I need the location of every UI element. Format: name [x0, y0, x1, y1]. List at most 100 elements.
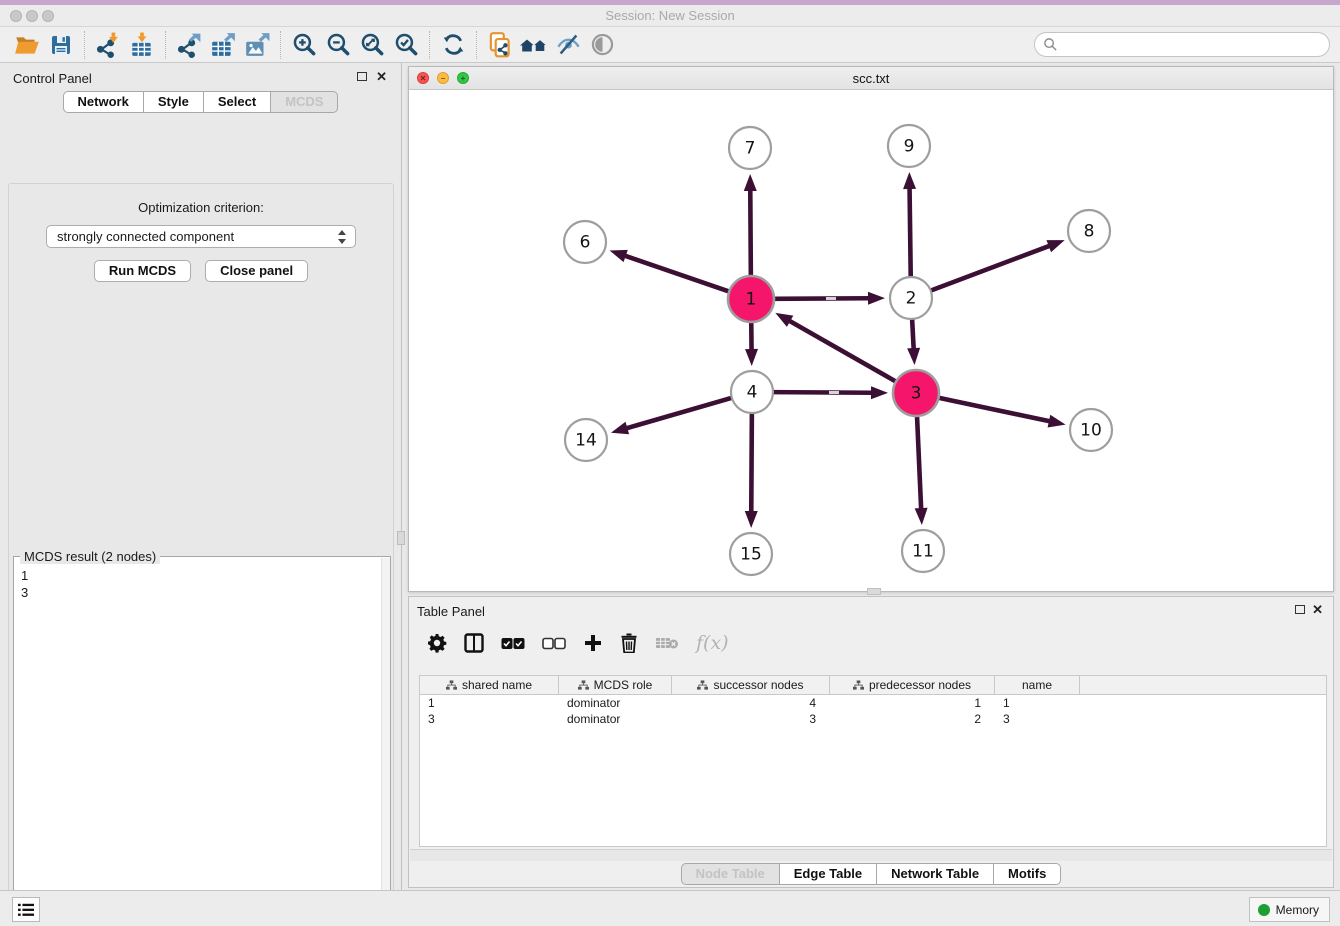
tab-style[interactable]: Style [144, 91, 204, 113]
delete-column-button[interactable] [620, 633, 638, 653]
zoom-in-button[interactable] [287, 30, 321, 60]
network-canvas-area[interactable]: 1234678910111415 [409, 90, 1333, 591]
column-header-shared-name[interactable]: shared name [420, 676, 559, 694]
deselect-all-button[interactable] [542, 637, 566, 650]
edge-arrowhead [610, 250, 628, 262]
graph-node-label: 6 [580, 233, 591, 253]
graph-edge-2-9[interactable] [910, 187, 911, 277]
function-builder-button[interactable]: f(x) [696, 632, 729, 654]
graph-edge-4-15[interactable] [751, 413, 752, 513]
new-network-from-selection-button[interactable] [483, 30, 517, 60]
float-table-panel-icon[interactable] [1295, 605, 1305, 614]
tab-network[interactable]: Network [63, 91, 144, 113]
toolbar-separator [165, 31, 166, 59]
mcds-result-text[interactable]: 1 3 [14, 561, 380, 926]
panel-splitter-grip[interactable] [397, 531, 405, 545]
tab-select[interactable]: Select [204, 91, 271, 113]
titlebar-accent-stripe [0, 0, 1340, 5]
hide-selected-button[interactable] [551, 30, 585, 60]
import-table-button[interactable] [125, 30, 159, 60]
mcds-panel: Optimization criterion: strongly connect… [8, 183, 394, 926]
graph-edge-1-2[interactable] [774, 298, 870, 299]
tab-node-table[interactable]: Node Table [681, 863, 780, 885]
column-header-successor-nodes[interactable]: successor nodes [672, 676, 830, 694]
network-window-titlebar[interactable]: ✕ − + scc.txt [409, 67, 1333, 90]
show-all-button[interactable] [585, 30, 619, 60]
search-field[interactable] [1034, 32, 1330, 57]
cell-shared-name: 3 [420, 711, 559, 727]
graph-edge-3-1[interactable] [788, 320, 896, 381]
graph-edge-2-8[interactable] [931, 245, 1051, 290]
zoom-fit-button[interactable] [355, 30, 389, 60]
task-history-button[interactable] [12, 897, 40, 922]
dropdown-stepper-icon [338, 229, 347, 245]
column-header-mcds-role[interactable]: MCDS role [559, 676, 672, 694]
graph-edge-4-3[interactable] [773, 392, 873, 393]
edge-label-mark [826, 297, 836, 300]
graph-edge-2-3[interactable] [912, 319, 914, 350]
two-panel-button[interactable] [464, 633, 484, 653]
save-session-button[interactable] [44, 30, 78, 60]
close-table-panel-icon[interactable]: ✕ [1312, 602, 1323, 618]
close-panel-button[interactable]: Close panel [205, 260, 308, 282]
zoom-selected-button[interactable] [389, 30, 423, 60]
graph-edge-3-10[interactable] [939, 398, 1051, 422]
homes-icon [519, 32, 549, 58]
network-document-icon [486, 31, 514, 59]
graph-node-label: 10 [1080, 421, 1102, 441]
zoom-in-icon [291, 31, 318, 58]
graph-edge-1-6[interactable] [624, 255, 729, 291]
unchecked-boxes-icon [542, 637, 566, 650]
table-scrollbar-strip[interactable] [410, 849, 1332, 861]
tab-network-table[interactable]: Network Table [877, 863, 994, 885]
column-header-predecessor-nodes[interactable]: predecessor nodes [830, 676, 995, 694]
edge-arrowhead [744, 174, 757, 191]
toolbar-separator [84, 31, 85, 59]
export-image-icon [244, 32, 270, 58]
search-input[interactable] [1058, 35, 1329, 55]
tab-mcds[interactable]: MCDS [271, 91, 338, 113]
close-panel-icon[interactable]: ✕ [376, 69, 387, 85]
zoom-out-button[interactable] [321, 30, 355, 60]
float-panel-icon[interactable] [357, 72, 367, 81]
graph-edge-4-14[interactable] [625, 398, 731, 429]
contrast-eye-icon [589, 31, 616, 58]
plus-icon [583, 633, 603, 653]
column-header-name[interactable]: name [995, 676, 1080, 694]
horizontal-splitter-grip[interactable] [867, 588, 881, 595]
tab-motifs[interactable]: Motifs [994, 863, 1061, 885]
table-row[interactable]: 1 dominator 4 1 1 [420, 695, 1326, 711]
import-network-button[interactable] [91, 30, 125, 60]
memory-button[interactable]: Memory [1249, 897, 1330, 922]
select-all-button[interactable] [501, 637, 525, 650]
first-neighbors-button[interactable] [517, 30, 551, 60]
graph-node-label: 1 [746, 290, 757, 310]
graph-edge-3-11[interactable] [917, 416, 921, 510]
gear-icon [427, 633, 447, 653]
main-toolbar [0, 27, 1340, 63]
network-canvas[interactable]: 1234678910111415 [409, 90, 1333, 591]
criterion-value: strongly connected component [57, 229, 234, 244]
export-network-button[interactable] [172, 30, 206, 60]
tab-edge-table[interactable]: Edge Table [780, 863, 877, 885]
criterion-dropdown[interactable]: strongly connected component [46, 225, 356, 248]
run-mcds-button[interactable]: Run MCDS [94, 260, 191, 282]
graph-edge-1-7[interactable] [750, 189, 751, 276]
delete-table-button[interactable] [655, 635, 679, 651]
control-panel-tabs: Network Style Select MCDS [0, 91, 401, 113]
import-table-icon [129, 32, 155, 58]
zoom-out-icon [325, 31, 352, 58]
add-column-button[interactable] [583, 633, 603, 653]
table-row[interactable]: 3 dominator 3 2 3 [420, 711, 1326, 727]
column-settings-button[interactable] [427, 633, 447, 653]
export-image-button[interactable] [240, 30, 274, 60]
cell-predecessor-nodes: 2 [830, 711, 995, 727]
toolbar-separator [429, 31, 430, 59]
cytoscape-app: Session: New Session [0, 0, 1340, 926]
result-scrollbar[interactable] [381, 558, 390, 926]
toolbar-separator [476, 31, 477, 59]
control-panel-title: Control Panel [13, 71, 92, 86]
refresh-button[interactable] [436, 30, 470, 60]
open-session-button[interactable] [10, 30, 44, 60]
export-table-button[interactable] [206, 30, 240, 60]
